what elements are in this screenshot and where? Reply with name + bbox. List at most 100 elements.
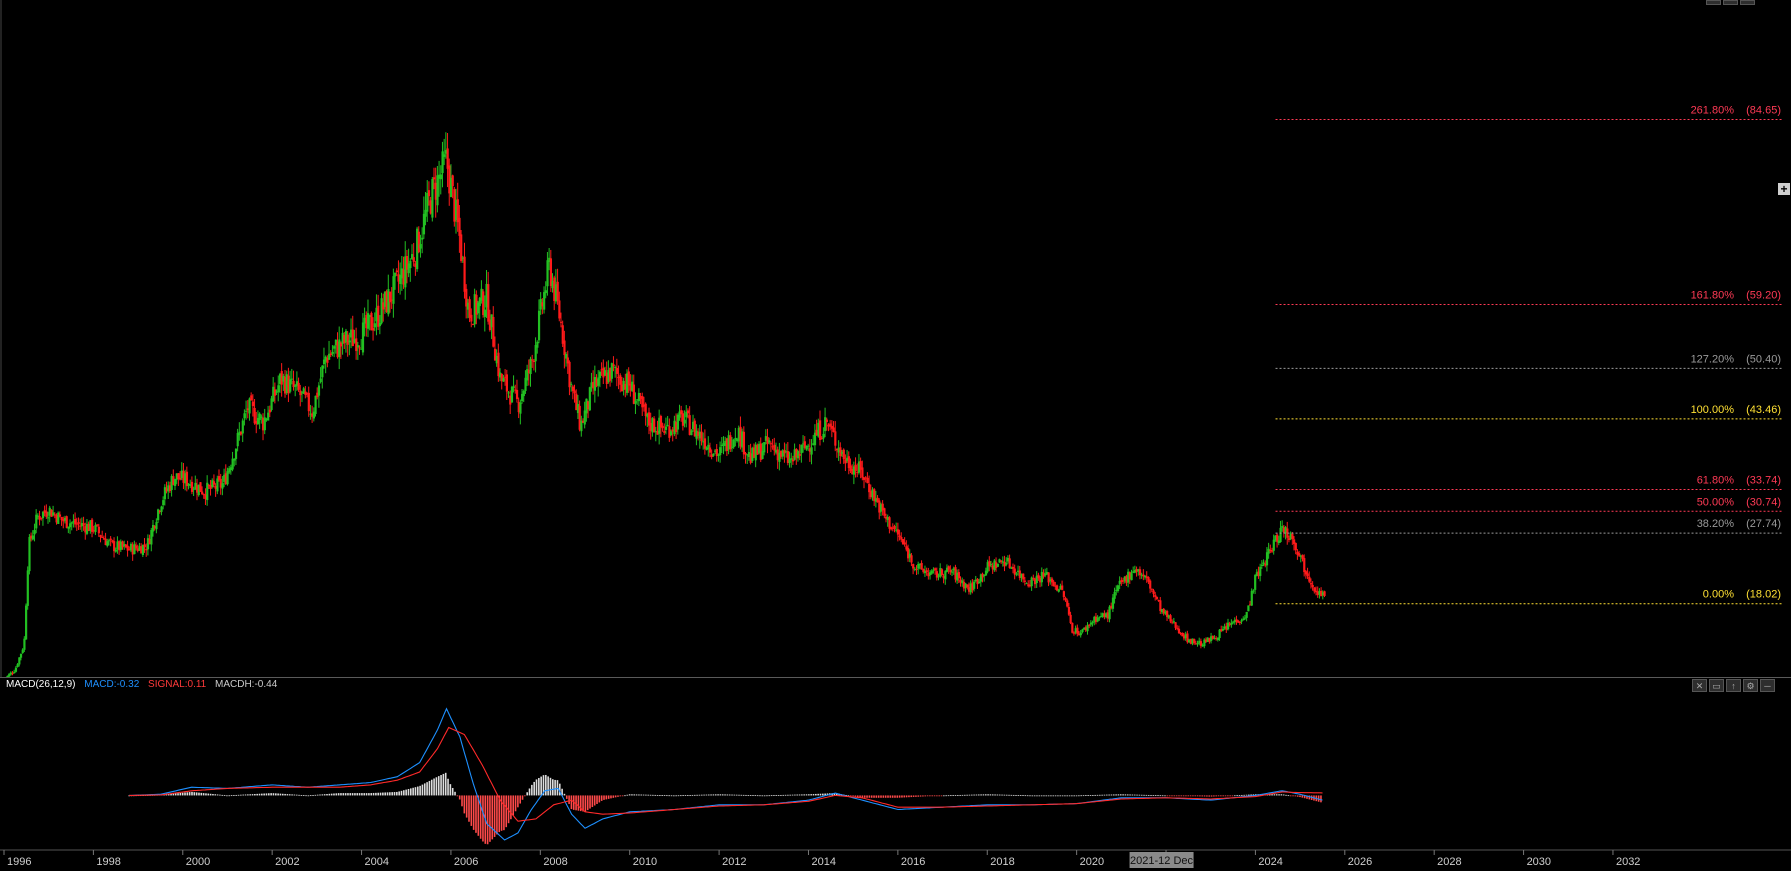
candle-body (346, 334, 349, 345)
macd-histogram-bar (235, 794, 238, 796)
candle-body (1155, 597, 1159, 600)
macd-histogram-bar (980, 794, 982, 796)
panel-divider[interactable] (0, 677, 1791, 678)
candle-body (394, 272, 397, 277)
macd-histogram-bar (323, 794, 326, 796)
axis-tick-label: 2028 (1437, 856, 1461, 868)
macd-histogram-bar (1271, 794, 1273, 796)
fibonacci-percent: 50.00% (1697, 496, 1735, 508)
macd-histogram-bar (233, 795, 235, 796)
macd-histogram-bar (519, 795, 522, 804)
candle-body (1221, 628, 1225, 631)
candle-body (250, 395, 253, 401)
macd-histogram-bar (1273, 794, 1276, 796)
candle-body (1265, 552, 1269, 566)
macd-histogram-bar (568, 795, 570, 805)
macd-value: MACD:-0.32 (84, 679, 140, 690)
macd-histogram-bar (1033, 795, 1036, 797)
candle-body (1230, 622, 1233, 625)
candle-body (1116, 585, 1120, 592)
candle-body (537, 310, 541, 341)
plus-icon[interactable]: + (1778, 183, 1790, 195)
macd-histogram-bar (384, 792, 386, 796)
macd-histogram-bar (533, 781, 535, 796)
macd-histogram-bar (1015, 795, 1017, 796)
macd-histogram-bar (1287, 795, 1290, 797)
macd-histogram-bar (451, 787, 454, 796)
candle-body (351, 329, 354, 347)
macd-histogram-bar (365, 793, 368, 796)
macd-histogram-bar (416, 786, 419, 796)
panel-button[interactable] (1723, 0, 1738, 5)
macd-histogram-bar (901, 795, 903, 798)
macd-histogram-bar (863, 795, 866, 798)
macd-histogram-bar (961, 794, 964, 796)
macd-histogram-bar (382, 792, 384, 796)
candle-body (1088, 624, 1091, 626)
macd-histogram-bar (1166, 795, 1169, 797)
macd-histogram-bar (761, 795, 764, 797)
candle-body (1064, 597, 1067, 601)
macd-histogram-bar (265, 793, 268, 796)
macd-histogram-bar (1089, 795, 1092, 796)
candle-body (253, 407, 256, 424)
macd-histogram-bar (898, 795, 901, 798)
candle-body (16, 664, 19, 668)
macd-histogram-bar (1227, 795, 1229, 797)
candle-body (212, 481, 216, 485)
macd-histogram-bar (565, 795, 568, 799)
macd-histogram-bar (812, 794, 815, 796)
candle-body (825, 419, 828, 422)
panel-button[interactable] (1706, 0, 1721, 5)
macd-histogram-bar (940, 795, 943, 797)
macd-histogram-bar (854, 795, 857, 797)
candle-body (409, 260, 412, 269)
price-chart[interactable]: 261.80% (84.65) 161.80% (59.20) 127.20% (50.4… (0, 0, 1791, 677)
candle-body (1193, 638, 1196, 644)
macd-histogram-bar (745, 794, 747, 796)
candle-body (700, 431, 703, 442)
settings-icon[interactable]: ⚙ (1743, 679, 1758, 692)
candle-body (31, 535, 34, 540)
minimize-icon[interactable]: ─ (1760, 679, 1775, 692)
candle-body (241, 420, 244, 434)
candle-body (106, 541, 109, 546)
macd-histogram-bar (1164, 795, 1166, 797)
macd-histogram-bar (966, 794, 968, 796)
macd-histogram-bar (1133, 794, 1136, 796)
macd-histogram-bar (612, 795, 615, 798)
macd-histogram-bar (377, 792, 380, 796)
candle-body (1072, 632, 1076, 634)
macd-histogram-bar (1154, 795, 1157, 796)
macd-histogram-bar (652, 794, 654, 796)
macd-histogram-bar (714, 794, 717, 796)
macd-histogram-bar (775, 795, 778, 796)
macd-histogram-bar (1168, 795, 1171, 797)
macd-histogram-bar (1017, 795, 1020, 796)
macd-histogram-bar (391, 792, 393, 796)
candle-body (690, 430, 693, 436)
move-up-icon[interactable]: ↑ (1726, 679, 1741, 692)
macd-histogram-bar (410, 788, 412, 796)
close-icon[interactable]: ✕ (1692, 679, 1707, 692)
macd-histogram-bar (556, 780, 559, 796)
macd-histogram-bar (307, 795, 310, 797)
fibonacci-price: (33.74) (1746, 474, 1781, 486)
macd-histogram-bar (707, 794, 710, 796)
macd-histogram-bar (926, 795, 929, 797)
restore-icon[interactable]: ▭ (1709, 679, 1724, 692)
macd-histogram-bar (468, 795, 470, 822)
macd-chart[interactable] (0, 679, 1791, 849)
candle-body (458, 217, 461, 236)
macd-histogram-bar (470, 795, 473, 826)
candle-body (546, 260, 549, 287)
macd-histogram-bar (1292, 795, 1294, 797)
macd-histogram-bar (200, 792, 203, 796)
macd-histogram-bar (1075, 795, 1078, 797)
candle-body (268, 409, 271, 413)
macd-histogram-bar (1106, 794, 1108, 796)
candle-body (14, 667, 18, 672)
panel-button[interactable] (1740, 0, 1755, 5)
macd-histogram-bar (987, 794, 989, 796)
macd-histogram-bar (945, 795, 947, 797)
